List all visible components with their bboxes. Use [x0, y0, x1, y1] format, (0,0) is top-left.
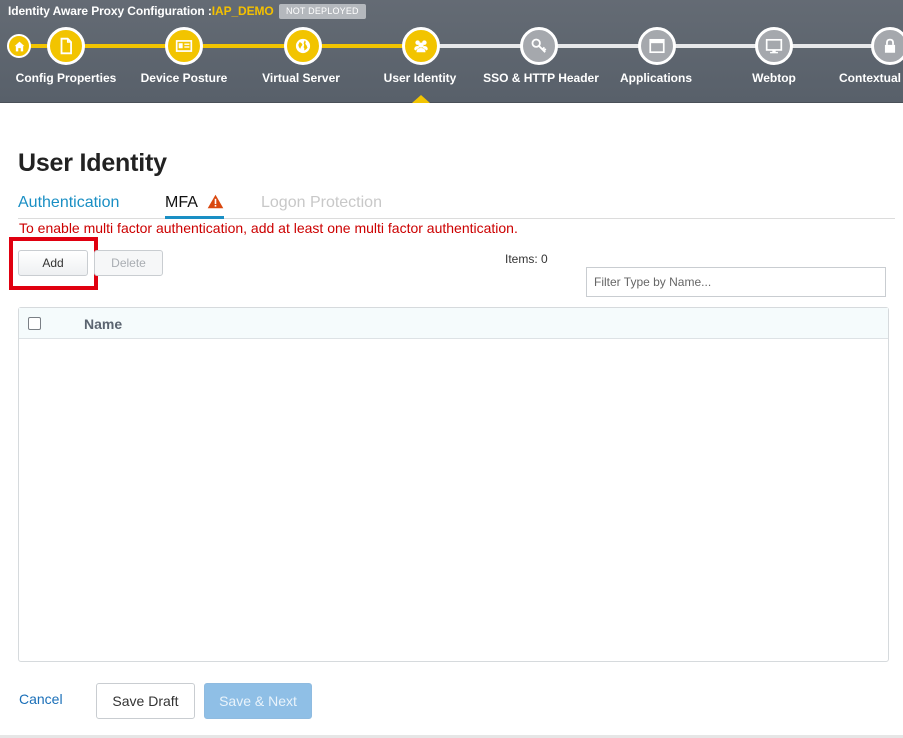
- tab-mfa[interactable]: MFA: [165, 194, 224, 219]
- monitor-icon: [765, 38, 783, 54]
- page-title: User Identity: [18, 149, 167, 177]
- items-count: Items: 0: [505, 252, 548, 266]
- mfa-error-message: To enable multi factor authentication, a…: [19, 220, 518, 236]
- key-icon: [531, 38, 547, 53]
- add-button[interactable]: Add: [18, 250, 88, 276]
- step-label-device-posture[interactable]: Device Posture: [141, 71, 228, 85]
- tab-mfa-label: MFA: [165, 194, 198, 211]
- tab-logon-protection[interactable]: Logon Protection: [261, 194, 382, 212]
- step-label-config-properties[interactable]: Config Properties: [16, 71, 117, 85]
- config-title: Identity Aware Proxy Configuration :IAP_…: [8, 4, 274, 18]
- tab-authentication[interactable]: Authentication: [18, 194, 119, 212]
- users-icon: [414, 40, 428, 53]
- step-device-posture[interactable]: [165, 27, 203, 65]
- warning-icon: [207, 194, 224, 209]
- home-icon: [14, 41, 24, 51]
- step-label-sso-http-header[interactable]: SSO & HTTP Header: [483, 71, 599, 85]
- cancel-link[interactable]: Cancel: [19, 691, 63, 707]
- progress-track-done: [27, 44, 423, 48]
- delete-button[interactable]: Delete: [94, 250, 163, 276]
- config-title-prefix: Identity Aware Proxy Configuration :: [8, 4, 212, 18]
- filter-input[interactable]: [586, 267, 886, 297]
- column-header-name[interactable]: Name: [84, 316, 122, 332]
- grid-header: Name: [19, 308, 888, 339]
- step-contextual[interactable]: [871, 27, 903, 65]
- step-label-contextual[interactable]: Contextual: [839, 71, 901, 85]
- wizard-header: Identity Aware Proxy Configuration :IAP_…: [0, 0, 903, 103]
- select-all-checkbox[interactable]: [28, 317, 41, 330]
- tab-bar: Authentication MFA Logon Protection: [18, 192, 895, 219]
- step-label-user-identity[interactable]: User Identity: [384, 71, 457, 85]
- save-draft-button[interactable]: Save Draft: [96, 683, 195, 719]
- deploy-status-badge: NOT DEPLOYED: [279, 4, 366, 19]
- step-config-properties[interactable]: [47, 27, 85, 65]
- step-applications[interactable]: [638, 27, 676, 65]
- save-next-button[interactable]: Save & Next: [204, 683, 312, 719]
- step-label-virtual-server[interactable]: Virtual Server: [262, 71, 340, 85]
- config-name: IAP_DEMO: [211, 4, 274, 18]
- step-user-identity[interactable]: [402, 27, 440, 65]
- lock-icon: [884, 38, 896, 53]
- window-icon: [649, 38, 665, 54]
- document-icon: [60, 37, 72, 55]
- active-step-pointer: [412, 95, 430, 103]
- step-virtual-server[interactable]: [284, 27, 322, 65]
- step-label-applications[interactable]: Applications: [620, 71, 692, 85]
- step-webtop[interactable]: [755, 27, 793, 65]
- id-card-icon: [175, 40, 193, 52]
- mfa-grid: Name: [18, 307, 889, 662]
- home-step[interactable]: [7, 34, 31, 58]
- step-label-webtop[interactable]: Webtop: [752, 71, 796, 85]
- globe-icon: [295, 38, 311, 54]
- step-sso-http-header[interactable]: [520, 27, 558, 65]
